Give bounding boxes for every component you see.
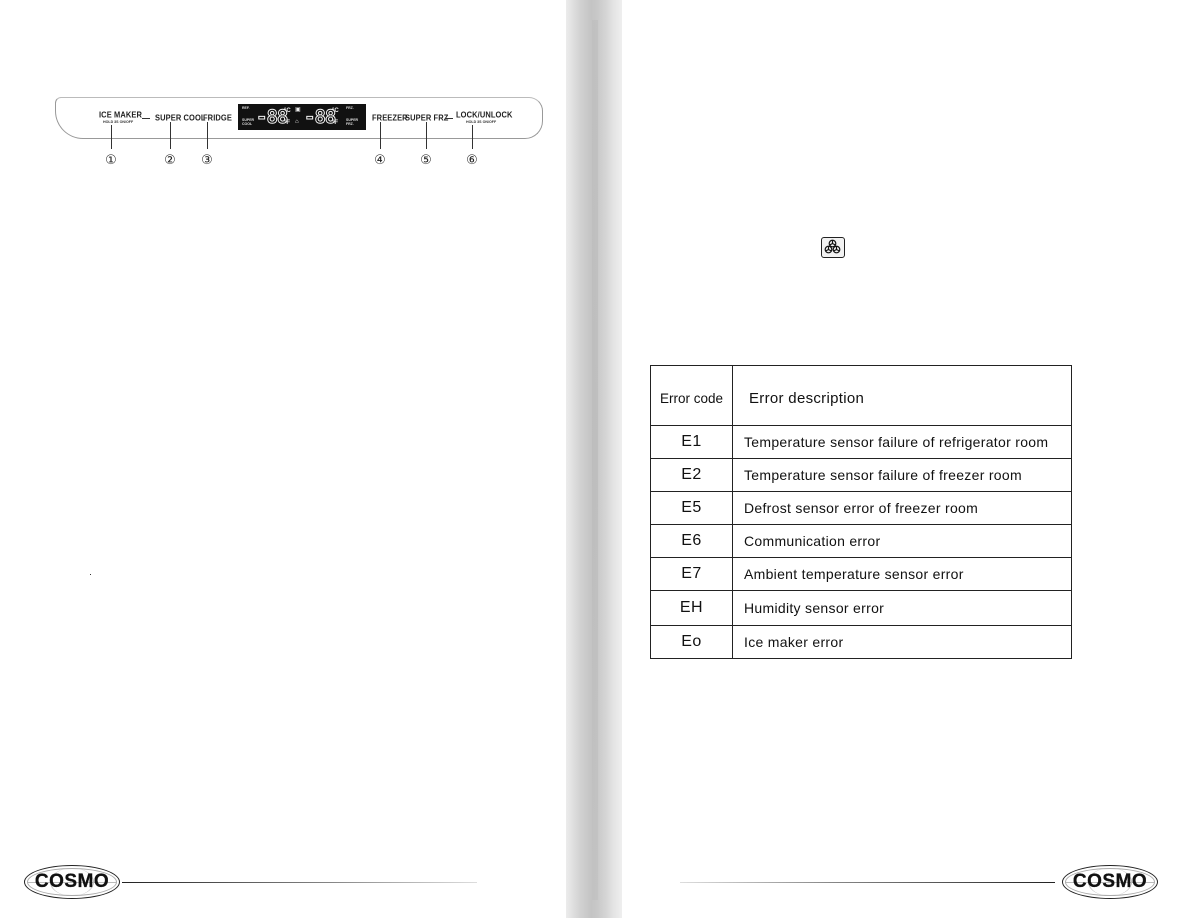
super-frz-indicator: SUPER FRZ. — [346, 118, 359, 126]
ice-maker-label: ICE MAKER — [99, 109, 142, 120]
error-code: E5 — [650, 491, 733, 525]
callout-number-4: ④ — [374, 153, 386, 168]
callout-number-3: ③ — [201, 153, 213, 168]
super-cool-label: SUPER COOL — [155, 112, 206, 123]
fridge-fahrenheit-unit: °F — [284, 120, 291, 126]
table-row: EH Humidity sensor error — [650, 590, 1072, 626]
callout-number-1: ① — [105, 153, 117, 168]
error-description: Temperature sensor failure of refrigerat… — [732, 425, 1072, 459]
error-code: E6 — [650, 524, 733, 558]
table-row: Eo Ice maker error — [650, 625, 1072, 659]
error-description: Defrost sensor error of freezer room — [732, 491, 1072, 525]
lock-unlock-label: LOCK/UNLOCK — [456, 109, 513, 120]
brand-wordmark: COSMO — [1072, 871, 1148, 892]
footer-rule-left — [122, 882, 477, 883]
error-code: E7 — [650, 557, 733, 591]
error-description: Ice maker error — [732, 625, 1072, 659]
error-code-table: Error code Error description E1 Temperat… — [650, 365, 1072, 659]
fridge-temp-digits: -88 — [255, 106, 288, 128]
table-row: E5 Defrost sensor error of freezer room — [650, 491, 1072, 525]
panel-dash — [445, 118, 453, 119]
ice-maker-indicator-icon: ▣ — [295, 107, 301, 113]
cosmo-logo-left: COSMO — [24, 865, 120, 899]
book-spine — [566, 0, 622, 918]
callout-line-1 — [111, 125, 112, 149]
table-row: E2 Temperature sensor failure of freezer… — [650, 458, 1072, 492]
callout-line-6 — [472, 125, 473, 149]
table-row: E1 Temperature sensor failure of refrige… — [650, 425, 1072, 459]
freezer-fahrenheit-unit: °F — [332, 120, 339, 126]
error-code: E2 — [650, 458, 733, 492]
callout-line-4 — [380, 122, 381, 149]
freezer-temp-digits: -88 — [303, 106, 336, 128]
error-description: Communication error — [732, 524, 1072, 558]
callout-number-5: ⑤ — [420, 153, 432, 168]
table-row: E7 Ambient temperature sensor error — [650, 557, 1072, 591]
freezer-label: FREEZER — [372, 112, 408, 123]
footer-rule-right — [680, 882, 1055, 883]
ice-cubes-icon — [821, 237, 845, 258]
lock-unlock-sublabel: HOLD 3S ON/OFF — [466, 120, 497, 124]
super-cool-indicator: SUPER COOL — [242, 118, 255, 126]
lcd-display: REF. SUPER COOL -88 °C °F ▣ ⌂ -88 °C °F … — [238, 104, 366, 130]
ref-indicator: REF. — [242, 106, 250, 110]
error-code: Eo — [650, 625, 733, 659]
callout-line-5 — [426, 122, 427, 149]
lock-indicator-icon: ⌂ — [295, 119, 299, 125]
header-error-code: Error code — [650, 365, 733, 426]
ice-maker-sublabel: HOLD 3S ON/OFF — [103, 120, 134, 124]
header-error-description: Error description — [732, 365, 1072, 426]
fridge-celsius-unit: °C — [284, 108, 291, 114]
stray-dot — [90, 574, 91, 575]
error-code: EH — [650, 590, 733, 626]
freezer-celsius-unit: °C — [332, 108, 339, 114]
table-row: E6 Communication error — [650, 524, 1072, 558]
callout-line-3 — [207, 122, 208, 149]
error-description: Ambient temperature sensor error — [732, 557, 1072, 591]
callout-number-2: ② — [164, 153, 176, 168]
error-description: Temperature sensor failure of freezer ro… — [732, 458, 1072, 492]
error-code: E1 — [650, 425, 733, 459]
panel-dash — [142, 118, 150, 119]
brand-wordmark: COSMO — [34, 871, 110, 892]
frz-indicator: FRZ. — [346, 106, 354, 110]
error-description: Humidity sensor error — [732, 590, 1072, 626]
cosmo-logo-right: COSMO — [1062, 865, 1158, 899]
callout-line-2 — [170, 122, 171, 149]
callout-number-6: ⑥ — [466, 153, 478, 168]
table-header-row: Error code Error description — [650, 365, 1072, 426]
